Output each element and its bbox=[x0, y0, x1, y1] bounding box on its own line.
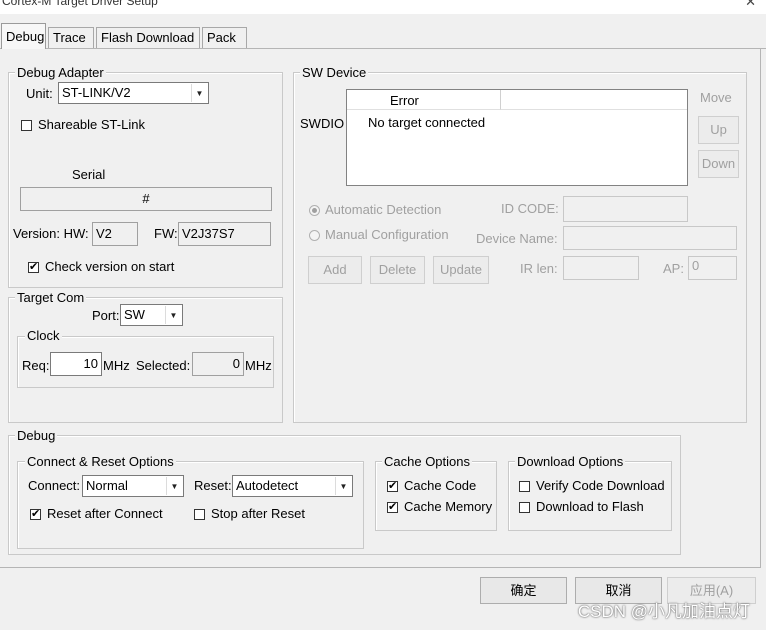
chevron-down-icon[interactable]: ▼ bbox=[191, 84, 207, 102]
debug-title: Debug bbox=[15, 428, 58, 443]
download-options-title: Download Options bbox=[515, 454, 626, 469]
debug-adapter-title: Debug Adapter bbox=[15, 65, 106, 80]
device-name-label: Device Name: bbox=[476, 231, 558, 246]
tab-flash-download[interactable]: Flash Download bbox=[96, 27, 200, 48]
reset-select[interactable]: Autodetect ▼ bbox=[232, 475, 353, 497]
unit-value: ST-LINK/V2 bbox=[62, 85, 131, 100]
cache-memory-checkbox[interactable]: ✔ bbox=[387, 502, 398, 513]
watermark: CSDN @小凡加油点灯 bbox=[577, 602, 750, 621]
req-mhz-label: MHz bbox=[103, 358, 130, 373]
id-code-field bbox=[563, 196, 688, 222]
tab-pack[interactable]: Pack bbox=[202, 27, 247, 48]
shareable-checkbox[interactable] bbox=[21, 120, 32, 131]
cache-memory-label: Cache Memory bbox=[404, 499, 493, 514]
connect-value: Normal bbox=[86, 478, 128, 493]
ok-button[interactable]: 确定 bbox=[480, 577, 567, 604]
device-name-field bbox=[563, 226, 737, 250]
id-code-label: ID CODE: bbox=[501, 201, 559, 216]
ap-label: AP: bbox=[663, 261, 684, 276]
serial-field: # bbox=[20, 187, 272, 211]
manual-configuration-radio[interactable] bbox=[309, 230, 320, 241]
automatic-detection-radio[interactable] bbox=[309, 205, 320, 216]
shareable-label: Shareable ST-Link bbox=[38, 117, 145, 132]
fw-label: FW: bbox=[154, 226, 178, 241]
reset-after-connect-label: Reset after Connect bbox=[47, 506, 163, 521]
title-bar: Cortex-M Target Driver Setup ✕ bbox=[0, 0, 766, 14]
unit-label: Unit: bbox=[26, 86, 53, 101]
tab-debug[interactable]: Debug bbox=[1, 23, 46, 49]
check-version-checkbox[interactable]: ✔ bbox=[28, 262, 39, 273]
stop-after-reset-checkbox[interactable] bbox=[194, 509, 205, 520]
stop-after-reset-label: Stop after Reset bbox=[211, 506, 305, 521]
req-input[interactable]: 10 bbox=[50, 352, 102, 376]
req-label: Req: bbox=[22, 358, 50, 373]
ir-len-label: IR len: bbox=[520, 261, 558, 276]
up-button[interactable]: Up bbox=[698, 116, 739, 144]
hw-version-field: V2 bbox=[92, 222, 138, 246]
serial-label: Serial bbox=[72, 167, 106, 182]
port-select[interactable]: SW ▼ bbox=[120, 304, 183, 326]
cache-options-group bbox=[375, 461, 497, 531]
close-icon[interactable]: ✕ bbox=[745, 0, 756, 10]
fw-version-field: V2J37S7 bbox=[178, 222, 271, 246]
column-header-blank[interactable] bbox=[501, 90, 687, 110]
swdio-label: SWDIO bbox=[300, 116, 345, 131]
tab-trace[interactable]: Trace bbox=[48, 27, 94, 48]
move-label: Move bbox=[700, 90, 732, 105]
update-button[interactable]: Update bbox=[433, 256, 489, 284]
selected-label: Selected: bbox=[136, 358, 191, 373]
reset-after-connect-checkbox[interactable]: ✔ bbox=[30, 509, 41, 520]
connect-label: Connect: bbox=[28, 478, 81, 493]
version-hw-label: Version: HW: bbox=[13, 226, 89, 241]
chevron-down-icon[interactable]: ▼ bbox=[165, 306, 181, 324]
manual-configuration-label: Manual Configuration bbox=[325, 227, 449, 242]
connect-reset-title: Connect & Reset Options bbox=[25, 454, 176, 469]
column-error-label: Error bbox=[390, 93, 419, 108]
sw-device-title: SW Device bbox=[300, 65, 369, 80]
clock-title: Clock bbox=[25, 328, 62, 343]
chevron-down-icon[interactable]: ▼ bbox=[166, 477, 182, 495]
check-icon: ✔ bbox=[388, 501, 398, 513]
connect-select[interactable]: Normal ▼ bbox=[82, 475, 184, 497]
reset-label: Reset: bbox=[194, 478, 232, 493]
add-button[interactable]: Add bbox=[308, 256, 362, 284]
check-version-label: Check version on start bbox=[45, 259, 175, 274]
verify-code-download-checkbox[interactable] bbox=[519, 481, 530, 492]
debug-adapter-group bbox=[8, 72, 283, 288]
ap-field: 0 bbox=[688, 256, 737, 280]
download-to-flash-checkbox[interactable] bbox=[519, 502, 530, 513]
selected-mhz-label: MHz bbox=[245, 358, 272, 373]
column-header-error[interactable]: Error bbox=[347, 90, 501, 110]
list-item[interactable]: No target connected bbox=[368, 115, 485, 131]
cache-code-checkbox[interactable]: ✔ bbox=[387, 481, 398, 492]
download-options-group bbox=[508, 461, 672, 531]
check-icon: ✔ bbox=[29, 261, 39, 273]
check-icon: ✔ bbox=[388, 480, 398, 492]
check-icon: ✔ bbox=[31, 508, 41, 520]
port-label: Port: bbox=[92, 308, 120, 323]
chevron-down-icon[interactable]: ▼ bbox=[335, 477, 351, 495]
cache-code-label: Cache Code bbox=[404, 478, 477, 493]
target-com-title: Target Com bbox=[15, 290, 87, 305]
automatic-detection-label: Automatic Detection bbox=[325, 202, 442, 217]
cache-options-title: Cache Options bbox=[382, 454, 472, 469]
reset-value: Autodetect bbox=[236, 478, 299, 493]
ir-len-field bbox=[563, 256, 639, 280]
unit-select[interactable]: ST-LINK/V2 ▼ bbox=[58, 82, 209, 104]
delete-button[interactable]: Delete bbox=[370, 256, 425, 284]
verify-code-download-label: Verify Code Download bbox=[536, 478, 665, 493]
port-value: SW bbox=[124, 307, 145, 322]
down-button[interactable]: Down bbox=[698, 150, 739, 178]
selected-field: 0 bbox=[192, 352, 244, 376]
window-title: Cortex-M Target Driver Setup bbox=[2, 0, 158, 8]
download-to-flash-label: Download to Flash bbox=[536, 499, 644, 514]
